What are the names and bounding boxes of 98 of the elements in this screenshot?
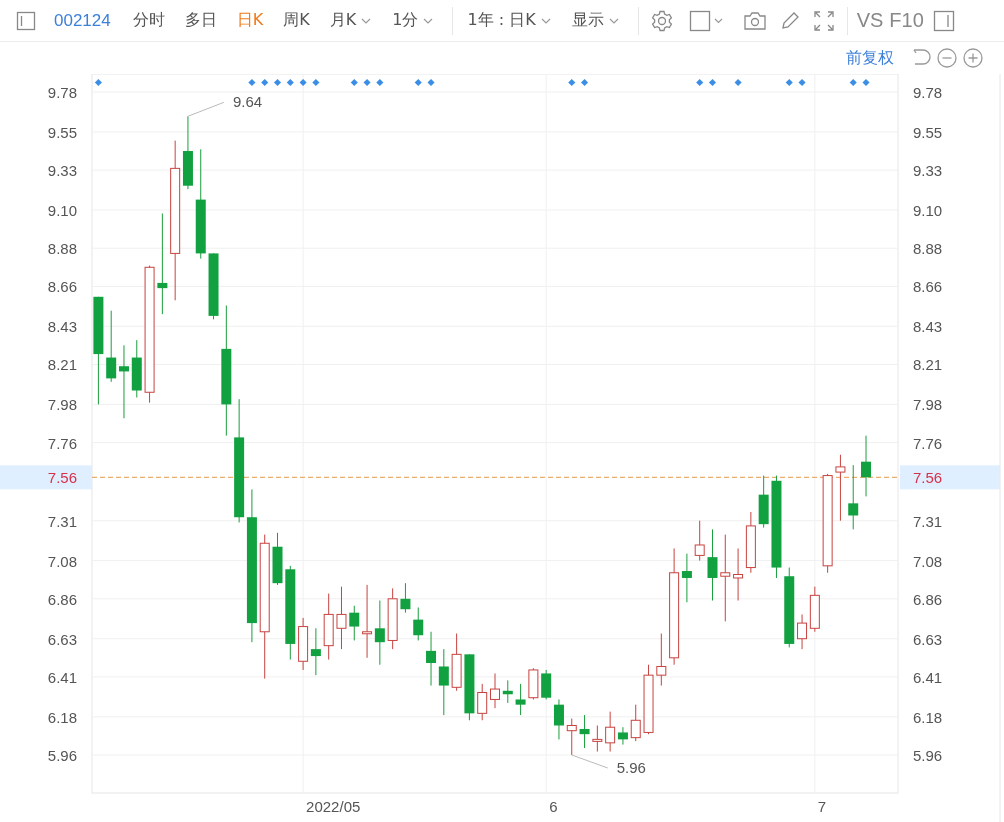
current-price-label: 7.56 <box>47 469 77 487</box>
y-axis-label: 6.63 <box>913 630 943 648</box>
period-tab[interactable]: 多日 <box>176 10 225 31</box>
candlestick <box>336 586 347 650</box>
candlestick <box>720 534 731 622</box>
y-axis-label: 6.86 <box>47 590 77 608</box>
y-axis-label: 9.78 <box>913 84 943 101</box>
candlestick <box>797 613 808 650</box>
candlestick <box>592 724 603 753</box>
y-axis-label: 9.55 <box>913 123 943 141</box>
y-axis-label: 5.96 <box>913 747 943 764</box>
candlestick <box>553 698 564 740</box>
y-axis-label: 7.31 <box>47 512 77 530</box>
y-axis-label: 7.76 <box>47 434 77 452</box>
candlestick <box>310 627 321 676</box>
x-axis-label: 6 <box>549 798 558 815</box>
candlestick <box>362 584 373 659</box>
chevron-icon[interactable] <box>607 16 620 25</box>
y-axis-label: 8.66 <box>913 278 943 296</box>
y-axis-label: 5.96 <box>47 747 77 764</box>
y-axis-label: 6.86 <box>913 590 943 608</box>
y-axis-label: 6.41 <box>913 668 943 686</box>
y-axis-label: 9.33 <box>47 162 77 180</box>
candlestick <box>118 344 129 419</box>
candlestick <box>656 633 667 687</box>
settings-icon[interactable] <box>650 9 673 32</box>
candlestick <box>426 631 437 687</box>
chevron-icon[interactable] <box>360 16 373 25</box>
box-style-icon[interactable] <box>688 9 725 32</box>
sidebar-toggle-icon[interactable] <box>16 10 36 31</box>
candlestick <box>400 582 411 614</box>
y-axis-label: 9.33 <box>913 162 943 180</box>
candlestick <box>681 553 692 603</box>
y-axis-label: 6.18 <box>47 708 77 726</box>
candlestick <box>694 520 705 562</box>
y-axis-label: 6.41 <box>47 668 77 686</box>
y-axis-label: 8.21 <box>913 356 943 374</box>
candlestick <box>515 683 526 716</box>
y-axis-label: 8.21 <box>47 356 77 374</box>
y-axis-label: 7.76 <box>913 434 943 452</box>
y-axis-label: 9.55 <box>47 123 77 141</box>
candlestick <box>566 718 577 756</box>
range-dropdown[interactable]: 1年 : 日K <box>459 10 560 31</box>
y-axis-label: 8.88 <box>913 240 943 258</box>
candlestick <box>733 547 744 602</box>
zoom-out-icon[interactable] <box>936 47 958 69</box>
y-axis-label: 8.88 <box>47 240 77 258</box>
stock-code[interactable]: 002124 <box>54 10 111 31</box>
chevron-icon[interactable] <box>422 16 435 25</box>
side-panel-icon[interactable] <box>932 9 955 32</box>
camera-icon[interactable] <box>742 9 767 32</box>
y-axis-label: 7.98 <box>47 396 77 414</box>
candlestick <box>630 704 641 742</box>
x-axis-label: 7 <box>817 798 827 815</box>
candlestick <box>106 310 117 383</box>
y-axis-label: 8.43 <box>47 318 77 336</box>
y-axis-label: 7.31 <box>913 512 943 530</box>
compare-button[interactable]: VS <box>853 9 887 32</box>
candlestick <box>490 672 500 709</box>
fullscreen-icon[interactable] <box>812 9 835 32</box>
y-axis-label: 7.98 <box>913 396 943 414</box>
chevron-icon[interactable] <box>539 16 552 25</box>
candlestick <box>438 648 449 716</box>
period-tab[interactable]: 分时 <box>124 10 173 31</box>
y-axis-label: 6.18 <box>913 708 943 726</box>
adjustment-button[interactable]: 前复权 <box>846 47 894 69</box>
candlestick <box>707 528 718 602</box>
candlestick <box>413 606 424 641</box>
zoom-in-icon[interactable] <box>962 47 984 69</box>
display-dropdown[interactable]: 显示 <box>563 10 628 31</box>
y-axis-label: 9.10 <box>913 202 943 219</box>
leader-line <box>187 101 225 117</box>
candlestick <box>861 435 872 497</box>
price-annotation: 5.96 <box>616 759 646 776</box>
candlestick <box>617 726 628 746</box>
y-axis-label: 7.08 <box>913 552 943 570</box>
candlestick <box>349 605 360 641</box>
y-axis-label: 8.66 <box>47 278 77 296</box>
y-axis-label: 9.10 <box>47 202 77 219</box>
candlestick <box>848 464 859 530</box>
y-axis-label: 8.43 <box>913 318 943 336</box>
candlestick <box>477 683 488 721</box>
f10-button[interactable]: F10 <box>886 9 927 32</box>
candlestick <box>605 711 616 753</box>
leader-line <box>571 754 609 769</box>
y-axis-label: 7.08 <box>47 552 77 570</box>
x-axis-label: 2022/05 <box>306 798 361 815</box>
period-tab[interactable]: 月K <box>321 10 381 31</box>
price-annotation: 9.64 <box>232 93 263 111</box>
period-tab[interactable]: 1分 <box>384 10 443 31</box>
candlestick <box>374 600 385 666</box>
current-price-label: 7.56 <box>913 469 943 487</box>
candlestick <box>835 454 846 522</box>
y-axis-label: 6.63 <box>47 630 77 648</box>
y-axis-label: 9.78 <box>47 84 77 101</box>
period-tab[interactable]: 周K <box>275 10 318 31</box>
candlestick <box>157 212 168 315</box>
candlestick <box>579 714 590 749</box>
